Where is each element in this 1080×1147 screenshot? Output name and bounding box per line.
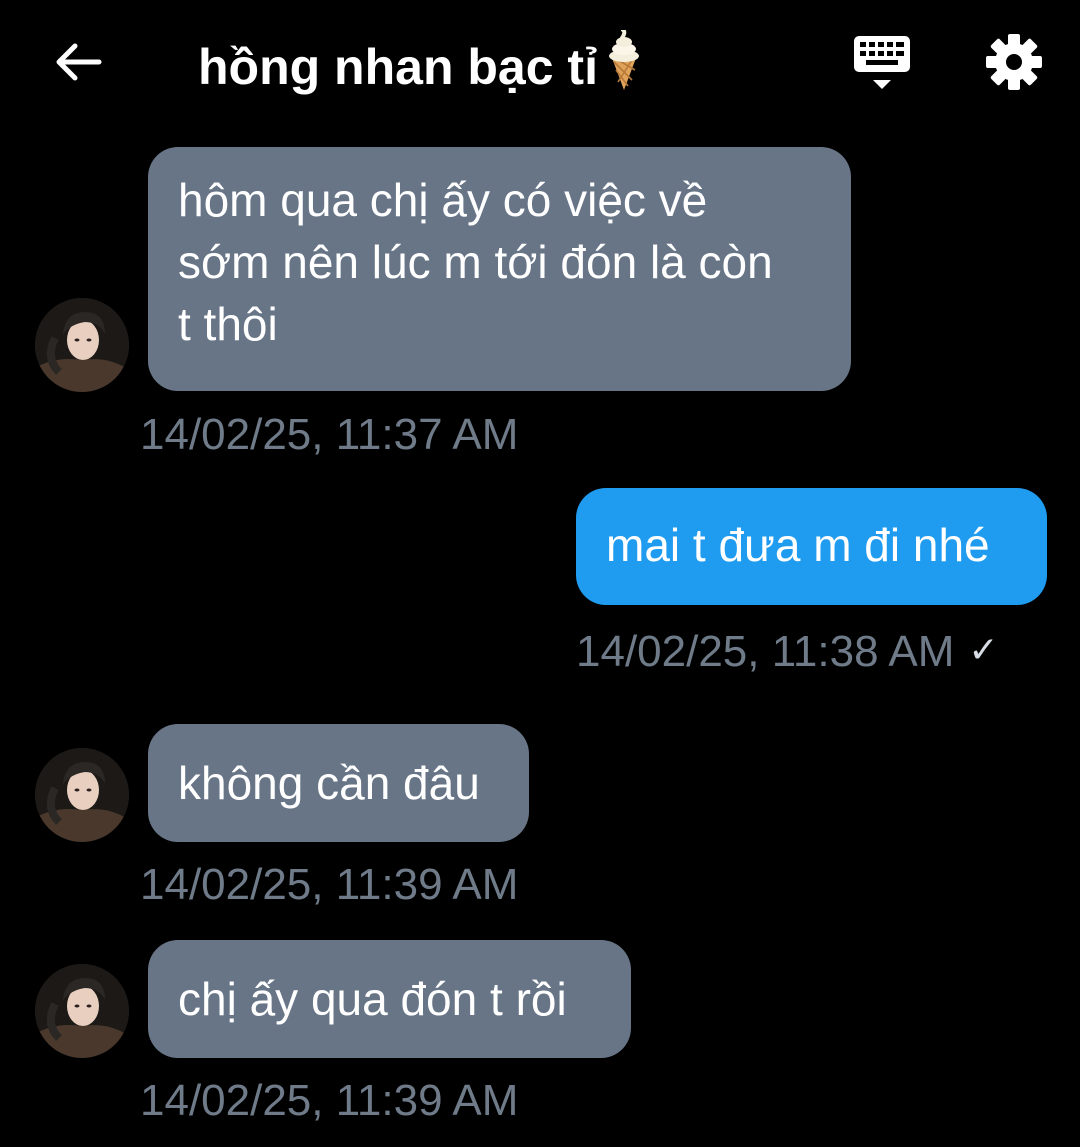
chat-title: hồng nhan bạc tỉ [198, 28, 646, 106]
avatar-photo [35, 748, 129, 842]
avatar-photo [35, 298, 129, 392]
gear-icon [986, 34, 1042, 90]
message-timestamp-row: 14/02/25, 11:38 AM ✓ [576, 625, 999, 677]
chat-title-text: hồng nhan bạc tỉ [198, 39, 598, 95]
keyboard-toggle-button[interactable] [850, 32, 914, 92]
message-timestamp: 14/02/25, 11:39 AM [140, 860, 519, 909]
message-bubble-outgoing[interactable]: mai t đưa m đi nhé [576, 488, 1047, 605]
avatar-photo [35, 964, 129, 1058]
settings-button[interactable] [982, 30, 1046, 94]
message-bubble-incoming[interactable]: hôm qua chị ấy có việc về sớm nên lúc m … [148, 147, 851, 391]
sent-check-icon: ✓ [968, 629, 999, 670]
message-timestamp: 14/02/25, 11:38 AM [576, 627, 955, 676]
chat-header: hồng nhan bạc tỉ [0, 0, 1080, 125]
keyboard-icon [854, 36, 910, 89]
message-bubble-incoming[interactable]: chị ấy qua đón t rồi [148, 940, 631, 1058]
message-bubble-incoming[interactable]: không cần đâu [148, 724, 529, 842]
contact-avatar[interactable] [35, 748, 129, 842]
message-timestamp: 14/02/25, 11:37 AM [140, 410, 519, 459]
back-button[interactable] [50, 34, 106, 90]
soft-ice-cream-icon [602, 28, 646, 106]
contact-avatar[interactable] [35, 964, 129, 1058]
arrow-left-icon [56, 43, 102, 81]
contact-avatar[interactable] [35, 298, 129, 392]
message-timestamp: 14/02/25, 11:39 AM [140, 1076, 519, 1125]
